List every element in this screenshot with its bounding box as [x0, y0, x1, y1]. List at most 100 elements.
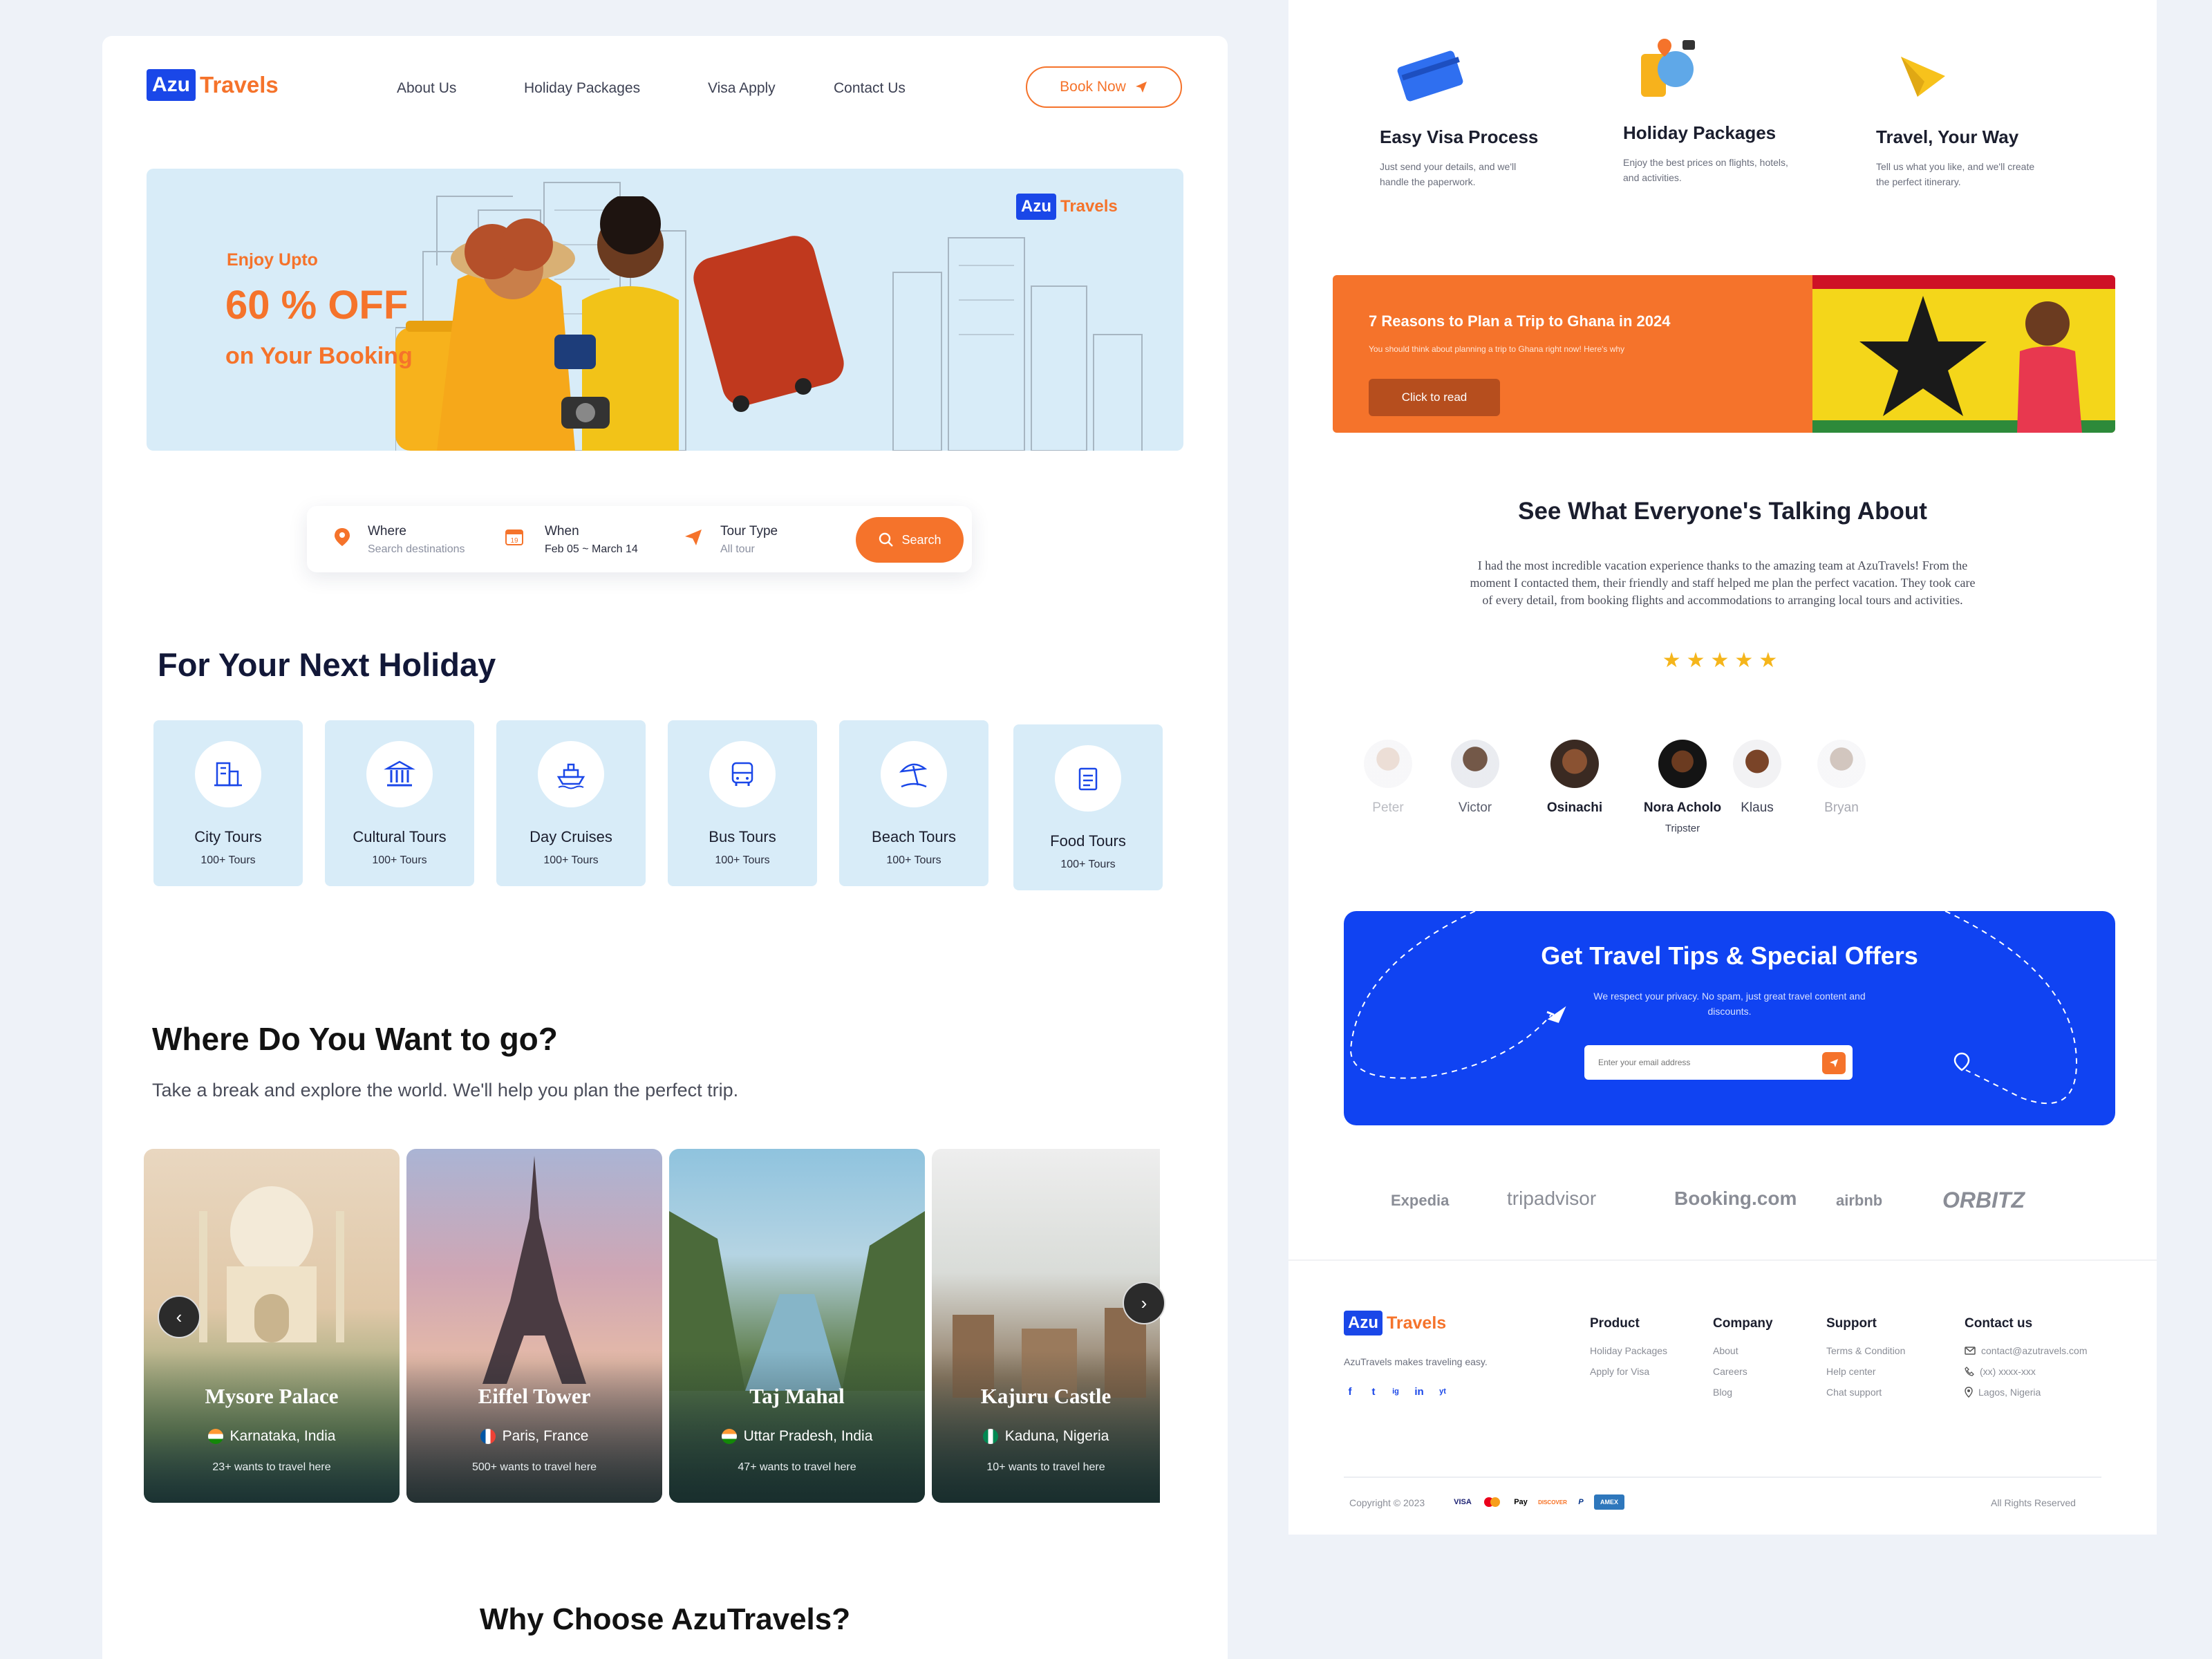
nav-about-us[interactable]: About Us	[397, 80, 456, 97]
footer-bottom-divider	[1344, 1477, 2101, 1478]
contact-address-text: Lagos, Nigeria	[1978, 1387, 2041, 1398]
footer-column-title: Support	[1826, 1316, 1877, 1331]
destination-name: Kajuru Castle	[980, 1384, 1112, 1408]
logo-azu: Azu	[147, 69, 196, 101]
carousel-next-button[interactable]: ›	[1123, 1282, 1165, 1324]
tour-card-cruises[interactable]: Day Cruises 100+ Tours	[496, 720, 646, 886]
where-input[interactable]: Search destinations	[368, 543, 465, 556]
destination-location: Paris, France	[406, 1428, 662, 1445]
feature-packages: Holiday Packages Enjoy the best prices o…	[1623, 33, 1830, 185]
book-now-button[interactable]: Book Now	[1026, 66, 1182, 108]
when-field[interactable]: When Feb 05 ~ March 14	[545, 524, 638, 556]
copyright-text: Copyright © 2023	[1349, 1497, 1425, 1508]
youtube-icon[interactable]: yt	[1436, 1385, 1449, 1398]
footer-link[interactable]: Help center	[1826, 1366, 1905, 1377]
footer-link[interactable]: Apply for Visa	[1590, 1366, 1667, 1377]
nav-contact-us[interactable]: Contact Us	[834, 80, 906, 97]
newsletter-email-input[interactable]	[1584, 1045, 1853, 1080]
newsletter-submit-button[interactable]	[1822, 1052, 1846, 1074]
partner-expedia: Expedia	[1391, 1192, 1450, 1209]
ghana-banner-title: 7 Reasons to Plan a Trip to Ghana in 202…	[1369, 312, 1671, 330]
footer-logo[interactable]: Azu Travels	[1344, 1311, 1446, 1335]
newsletter-section: Get Travel Tips & Special Offers We resp…	[1344, 911, 2115, 1125]
tour-type-label: Tour Type	[720, 524, 778, 538]
search-button[interactable]: Search	[856, 517, 964, 563]
destination-location: Kaduna, Nigeria	[932, 1428, 1160, 1445]
when-value: Feb 05 ~ March 14	[545, 543, 638, 555]
footer-product-column: Product Holiday Packages Apply for Visa	[1590, 1316, 1667, 1377]
ghana-article-banner[interactable]: 7 Reasons to Plan a Trip to Ghana in 202…	[1333, 275, 2115, 433]
chevron-right-icon: ›	[1141, 1292, 1147, 1313]
travelers-illustration	[395, 196, 844, 451]
contact-email-text: contact@azutravels.com	[1981, 1345, 2088, 1356]
paper-plane-icon	[1901, 57, 1945, 97]
location-pin-icon	[1965, 1387, 1973, 1398]
footer-contact-email[interactable]: contact@azutravels.com	[1965, 1345, 2088, 1356]
tour-card-city[interactable]: City Tours 100+ Tours	[153, 720, 303, 886]
instagram-icon[interactable]: ig	[1389, 1385, 1402, 1398]
avatar	[1658, 740, 1707, 788]
destination-location: Uttar Pradesh, India	[669, 1428, 925, 1445]
carousel-prev-button[interactable]: ‹	[158, 1295, 200, 1338]
nav-holiday-packages[interactable]: Holiday Packages	[524, 80, 640, 97]
tour-card-cultural[interactable]: Cultural Tours 100+ Tours	[325, 720, 474, 886]
partner-booking: Booking.com	[1674, 1188, 1797, 1209]
linkedin-icon[interactable]: in	[1413, 1385, 1425, 1398]
hero-logo-azu: Azu	[1016, 194, 1056, 220]
apple-pay-icon: Pay	[1514, 1498, 1528, 1506]
tour-icon-circle	[366, 741, 433, 807]
newsletter-title: Get Travel Tips & Special Offers	[1541, 941, 1918, 970]
footer-support-column: Support Terms & Condition Help center Ch…	[1826, 1316, 1905, 1398]
feature-title: Holiday Packages	[1623, 122, 1777, 143]
avatar-role: Tripster	[1665, 823, 1700, 834]
bus-icon	[731, 762, 753, 786]
menu-icon	[1078, 767, 1098, 791]
testimonial-avatar-osinachi[interactable]: Osinachi	[1519, 740, 1630, 816]
footer-link[interactable]: About	[1713, 1345, 1773, 1356]
footer-logo-azu: Azu	[1344, 1311, 1382, 1335]
tour-name: Beach Tours	[872, 828, 956, 845]
destination-wants: 47+ wants to travel here	[738, 1461, 856, 1473]
tour-type-field[interactable]: Tour Type All tour	[720, 524, 778, 556]
send-icon	[1135, 82, 1147, 93]
tour-icon-circle	[881, 741, 947, 807]
feature-travel: Travel, Your Way Tell us what you like, …	[1876, 48, 2083, 189]
footer-link[interactable]: Blog	[1713, 1387, 1773, 1398]
twitter-icon[interactable]: t	[1367, 1385, 1380, 1398]
destination-location-text: Kaduna, Nigeria	[1004, 1428, 1109, 1444]
facebook-icon[interactable]: f	[1344, 1385, 1356, 1398]
nav-visa-apply[interactable]: Visa Apply	[708, 80, 776, 97]
calendar-icon: 19	[505, 529, 523, 545]
rating-stars-icon: ★★★★★	[1662, 649, 1783, 672]
destination-location-text: Paris, France	[502, 1428, 589, 1444]
testimonial-avatar-victor[interactable]: Victor	[1420, 740, 1530, 816]
credit-card-icon	[1397, 50, 1463, 102]
tour-card-bus[interactable]: Bus Tours 100+ Tours	[668, 720, 817, 886]
card-overlay	[144, 1351, 400, 1503]
feature-title: Easy Visa Process	[1380, 126, 1539, 147]
click-to-read-button[interactable]: Click to read	[1369, 379, 1500, 416]
logo[interactable]: Azu Travels	[147, 69, 279, 101]
avatar-name: Osinachi	[1546, 800, 1603, 815]
search-icon	[879, 532, 894, 547]
where-field[interactable]: Where Search destinations	[368, 524, 465, 556]
testimonial-avatar-bryan[interactable]: Bryan	[1786, 740, 1897, 816]
tour-name: City Tours	[194, 828, 262, 845]
tour-card-beach[interactable]: Beach Tours 100+ Tours	[839, 720, 988, 886]
footer-link[interactable]: Holiday Packages	[1590, 1345, 1667, 1356]
destination-card-eiffel[interactable]: Eiffel Tower Paris, France 500+ wants to…	[406, 1149, 662, 1503]
tour-card-food[interactable]: Food Tours 100+ Tours	[1013, 724, 1163, 890]
footer-contact-phone[interactable]: (xx) xxxx-xxx	[1965, 1366, 2088, 1377]
partner-airbnb: airbnb	[1836, 1192, 1883, 1209]
discover-icon: DISCOVER	[1538, 1499, 1567, 1506]
destination-card-kajuru[interactable]: Kajuru Castle Kaduna, Nigeria 10+ wants …	[932, 1149, 1160, 1503]
destination-card-tajmahal[interactable]: Taj Mahal Uttar Pradesh, India 47+ wants…	[669, 1149, 925, 1503]
footer-link[interactable]: Careers	[1713, 1366, 1773, 1377]
footer-link[interactable]: Terms & Condition	[1826, 1345, 1905, 1356]
rights-text: All Rights Reserved	[1991, 1497, 2076, 1508]
avatar	[1451, 740, 1499, 788]
amex-icon: AMEX	[1594, 1494, 1624, 1510]
footer-link[interactable]: Chat support	[1826, 1387, 1905, 1398]
where-label: Where	[368, 524, 406, 538]
destination-wants: 500+ wants to travel here	[471, 1461, 597, 1473]
